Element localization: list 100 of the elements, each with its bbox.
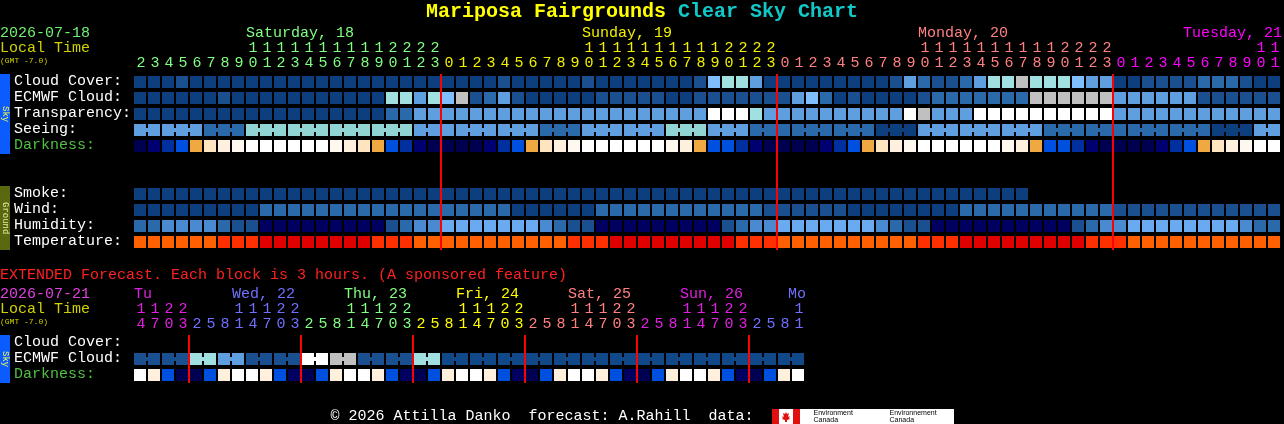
hour-label: 2: [387, 41, 399, 56]
hour-label: 1: [1017, 41, 1029, 56]
hour-label: 5: [317, 317, 329, 332]
hour-label: 5: [849, 56, 861, 71]
hour-label: 1: [961, 41, 973, 56]
hour-label: 1: [471, 302, 483, 317]
row-label: Cloud Cover:: [14, 74, 124, 90]
hour-label: 3: [625, 56, 637, 71]
hour-label: 1: [933, 56, 945, 71]
row-label: ECMWF Cloud:: [14, 351, 124, 367]
hour-label: 0: [611, 317, 623, 332]
hour-label: 2: [527, 317, 539, 332]
date-label: 2026-07-21: [0, 287, 91, 302]
hour-label: 2: [513, 302, 525, 317]
hour-label: 2: [499, 302, 511, 317]
hour-label: 3: [429, 56, 441, 71]
hour-label: 6: [1003, 56, 1015, 71]
hour-label: 9: [569, 56, 581, 71]
hour-label: 5: [653, 317, 665, 332]
hour-label: 2: [611, 302, 623, 317]
hour-label: 2: [807, 56, 819, 71]
row-label: Humidity:: [14, 218, 96, 234]
hour-label: 2: [415, 317, 427, 332]
hour-label: 3: [513, 317, 525, 332]
hour-label: 2: [751, 317, 763, 332]
hour-label: 0: [1255, 56, 1267, 71]
hour-label: 1: [667, 41, 679, 56]
hour-label: 5: [513, 56, 525, 71]
day-label: Tu: [134, 287, 152, 302]
hour-label: 1: [989, 41, 1001, 56]
day-label: Fri, 24: [456, 287, 519, 302]
hour-label: 1: [345, 302, 357, 317]
hour-label: 8: [667, 317, 679, 332]
hour-label: 2: [765, 41, 777, 56]
timezone-label: (GMT -7.0): [0, 56, 49, 65]
hour-label: 2: [1143, 56, 1155, 71]
hour-label: 1: [681, 317, 693, 332]
hour-label: 2: [737, 302, 749, 317]
hour-label: 0: [723, 317, 735, 332]
hour-label: 2: [275, 56, 287, 71]
day-label: Sat, 25: [568, 287, 631, 302]
hour-label: 7: [597, 317, 609, 332]
hour-label: 1: [933, 41, 945, 56]
day-label: Tuesday, 21: [1182, 26, 1282, 41]
hour-label: 1: [135, 302, 147, 317]
hour-label: 0: [275, 317, 287, 332]
day-label: Mo: [788, 287, 806, 302]
hour-label: 4: [247, 317, 259, 332]
hour-label: 1: [919, 41, 931, 56]
hour-label: 2: [289, 302, 301, 317]
hour-label: 4: [471, 317, 483, 332]
hour-label: 1: [457, 302, 469, 317]
hour-label: 7: [709, 317, 721, 332]
row-label: Temperature:: [14, 234, 124, 250]
hour-label: 8: [219, 317, 231, 332]
local-time-label: Local Time: [0, 41, 91, 56]
hour-label: 6: [527, 56, 539, 71]
hour-label: 0: [779, 56, 791, 71]
hour-label: 9: [905, 56, 917, 71]
hour-label: 1: [289, 41, 301, 56]
hour-label: 1: [485, 302, 497, 317]
hour-label: 1: [1031, 41, 1043, 56]
flag-icon: [771, 408, 800, 424]
notice-text: EXTENDED Forecast. Each block is 3 hours. (A sponsored feature): [0, 268, 569, 284]
hour-label: 1: [681, 302, 693, 317]
hour-label: 2: [1101, 41, 1113, 56]
hour-label: 1: [233, 317, 245, 332]
hour-label: 2: [415, 41, 427, 56]
hour-label: 8: [555, 317, 567, 332]
hour-label: 1: [345, 317, 357, 332]
chart-title: Mariposa Fairgrounds: [425, 0, 666, 25]
hour-label: 3: [289, 317, 301, 332]
timezone-label: (GMT -7.0): [0, 317, 49, 326]
hour-label: 7: [1017, 56, 1029, 71]
hour-label: 2: [947, 56, 959, 71]
hour-label: 8: [891, 56, 903, 71]
hour-label: 1: [345, 41, 357, 56]
hour-label: 2: [163, 302, 175, 317]
hour-label: 4: [835, 56, 847, 71]
hour-label: 8: [331, 317, 343, 332]
hour-label: 3: [177, 317, 189, 332]
hour-label: 0: [583, 56, 595, 71]
hour-label: 3: [401, 317, 413, 332]
row-label: Wind:: [14, 202, 60, 218]
hour-label: 2: [191, 317, 203, 332]
hour-label: 2: [471, 56, 483, 71]
hour-label: 2: [387, 302, 399, 317]
row-label: Cloud Cover:: [14, 335, 124, 351]
hour-label: 3: [961, 56, 973, 71]
hour-label: 4: [163, 56, 175, 71]
hour-label: 1: [611, 41, 623, 56]
day-label: Wed, 22: [232, 287, 295, 302]
hour-label: 0: [1115, 56, 1127, 71]
hour-label: 2: [415, 56, 427, 71]
hour-label: 1: [359, 41, 371, 56]
hour-label: 3: [1157, 56, 1169, 71]
hour-label: 2: [275, 302, 287, 317]
hour-label: 1: [261, 302, 273, 317]
day-label: Thu, 23: [344, 287, 407, 302]
hour-label: 1: [1269, 56, 1281, 71]
